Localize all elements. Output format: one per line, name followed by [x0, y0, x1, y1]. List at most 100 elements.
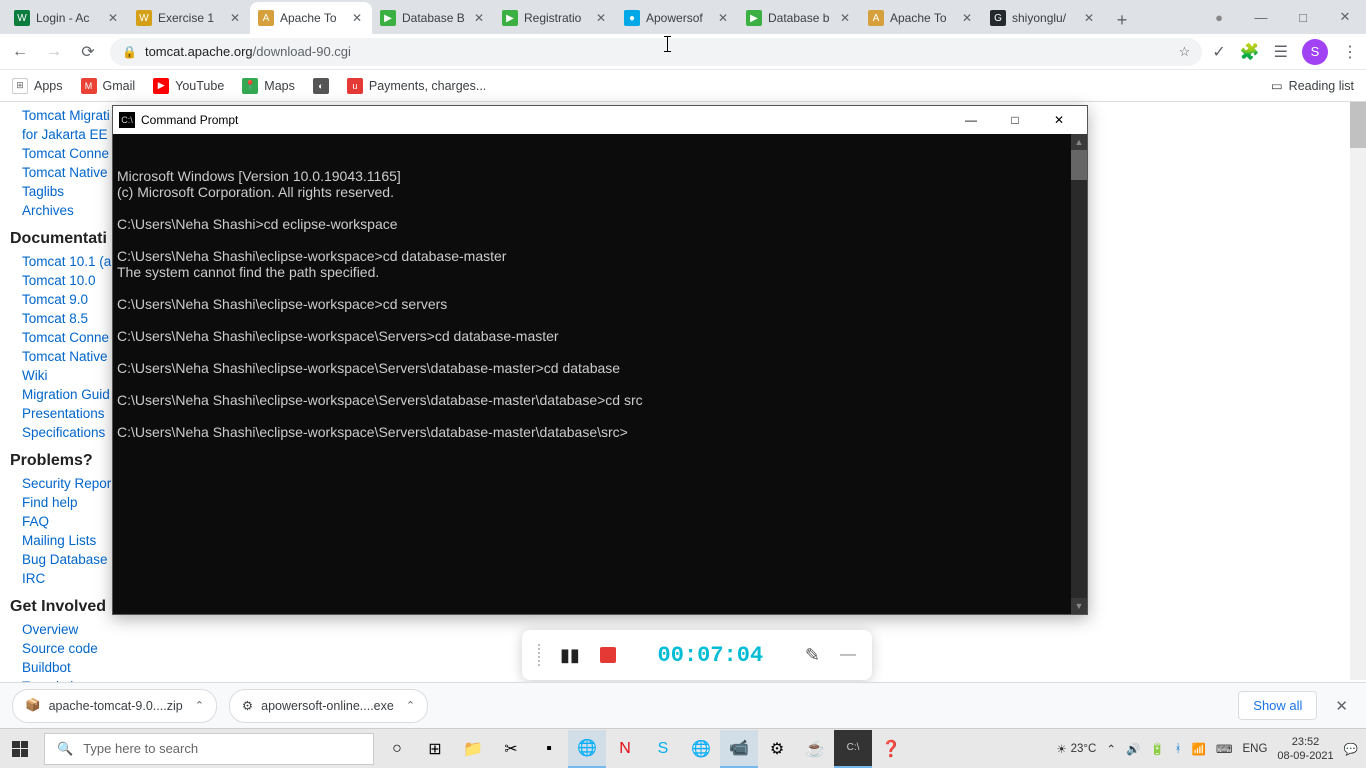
keyboard-icon[interactable]: ⌨ — [1216, 742, 1233, 756]
sidebar-link[interactable]: Buildbot — [10, 658, 180, 677]
bookmark-label: Payments, charges... — [369, 79, 486, 93]
sublime-icon[interactable]: ▪ — [530, 730, 568, 768]
command-prompt-titlebar[interactable]: C:\ Command Prompt — □ ✕ — [113, 106, 1087, 134]
exe-icon: ⚙ — [242, 698, 253, 713]
cmd-scroll-down[interactable]: ▼ — [1071, 598, 1087, 614]
show-all-downloads-button[interactable]: Show all — [1238, 691, 1317, 720]
java-icon[interactable]: ☕ — [796, 730, 834, 768]
chevron-up-icon[interactable]: ⌃ — [406, 699, 415, 712]
account-icon[interactable]: ● — [1198, 2, 1240, 32]
bookmark-item[interactable]: MGmail — [81, 78, 136, 94]
tray-chevron-icon[interactable]: ⌃ — [1106, 742, 1116, 756]
new-tab-button[interactable]: + — [1108, 6, 1136, 34]
browser-tab[interactable]: ▶Registratio✕ — [494, 2, 616, 34]
tab-close-icon[interactable]: ✕ — [228, 11, 242, 25]
extensions-icon[interactable]: 🧩 — [1240, 42, 1260, 62]
browser-tab[interactable]: AApache To✕ — [860, 2, 982, 34]
clock-date: 08-09-2021 — [1277, 749, 1333, 763]
chevron-up-icon[interactable]: ⌃ — [195, 699, 204, 712]
browser-tab[interactable]: ▶Database B✕ — [372, 2, 494, 34]
recorder-pause-button[interactable]: ▮▮ — [560, 645, 580, 666]
reload-button[interactable]: ⟳ — [76, 40, 100, 64]
cmd-taskbar-icon[interactable]: C:\ — [834, 730, 872, 768]
back-button[interactable]: ← — [8, 40, 32, 64]
volume-icon[interactable]: 🔊 — [1126, 742, 1140, 756]
tab-close-icon[interactable]: ✕ — [106, 11, 120, 25]
bookmark-item[interactable]: uPayments, charges... — [347, 78, 486, 94]
cmd-scrollbar[interactable]: ▲ ▼ — [1071, 134, 1087, 614]
address-bar[interactable]: 🔒 tomcat.apache.org/download-90.cgi ☆ — [110, 38, 1202, 66]
bookmark-item[interactable]: ▶YouTube — [153, 78, 224, 94]
reading-mode-icon[interactable]: ☰ — [1274, 42, 1288, 62]
browser-tab[interactable]: Gshiyonglu/✕ — [982, 2, 1104, 34]
menu-icon[interactable]: ⋮ — [1342, 42, 1358, 62]
browser-tab[interactable]: WLogin - Ac✕ — [6, 2, 128, 34]
tab-close-icon[interactable]: ✕ — [472, 11, 486, 25]
browser-tab[interactable]: ▶Database b✕ — [738, 2, 860, 34]
cmd-scroll-thumb[interactable] — [1071, 150, 1087, 180]
profile-avatar[interactable]: S — [1302, 39, 1328, 65]
start-button[interactable] — [0, 729, 40, 769]
reading-list-button[interactable]: ▭ Reading list — [1271, 78, 1354, 93]
chrome-icon[interactable]: 🌐 — [568, 730, 606, 768]
tab-close-icon[interactable]: ✕ — [716, 11, 730, 25]
recorder-minimize-button[interactable]: — — [840, 646, 856, 664]
page-scrollbar[interactable] — [1350, 102, 1366, 680]
url-text: tomcat.apache.org/download-90.cgi — [145, 44, 1171, 59]
recorder-stop-button[interactable] — [600, 647, 616, 663]
tab-title: Database b — [768, 11, 832, 25]
snip-icon[interactable]: ✂ — [492, 730, 530, 768]
taskbar-search[interactable]: 🔍 Type here to search — [44, 733, 374, 765]
chrome2-icon[interactable]: 🌐 — [682, 730, 720, 768]
download-item[interactable]: ⚙ apowersoft-online....exe ⌃ — [229, 689, 428, 723]
weather-widget[interactable]: ☀ 23°C — [1056, 742, 1096, 756]
star-icon[interactable]: ☆ — [1179, 44, 1191, 60]
tab-close-icon[interactable]: ✕ — [350, 11, 364, 25]
close-downloads-bar[interactable]: ✕ — [1329, 697, 1354, 715]
cmd-scroll-up[interactable]: ▲ — [1071, 134, 1087, 150]
tab-close-icon[interactable]: ✕ — [594, 11, 608, 25]
command-prompt-icon: C:\ — [119, 112, 135, 128]
apowersoft-icon[interactable]: 📹 — [720, 730, 758, 768]
cmd-maximize-button[interactable]: □ — [993, 106, 1037, 134]
taskbar-clock[interactable]: 23:52 08-09-2021 — [1277, 735, 1333, 763]
screen-recorder-widget[interactable]: ▮▮ 00:07:04 ✎ — — [522, 630, 872, 680]
forward-button[interactable]: → — [42, 40, 66, 64]
browser-tab[interactable]: WExercise 1✕ — [128, 2, 250, 34]
tab-close-icon[interactable]: ✕ — [1082, 11, 1096, 25]
apps-shortcut[interactable]: ⊞ Apps — [12, 78, 63, 94]
browser-tab[interactable]: ●Apowersof✕ — [616, 2, 738, 34]
maximize-button[interactable]: □ — [1282, 2, 1324, 32]
cmd-minimize-button[interactable]: — — [949, 106, 993, 134]
netflix-icon[interactable]: N — [606, 730, 644, 768]
command-prompt-body[interactable]: Microsoft Windows [Version 10.0.19043.11… — [113, 134, 1087, 614]
notifications-icon[interactable]: 💬 — [1344, 742, 1358, 756]
bookmark-item[interactable]: 📍Maps — [242, 78, 295, 94]
skype-icon[interactable]: S — [644, 730, 682, 768]
bluetooth-icon[interactable]: ᚼ — [1175, 743, 1182, 755]
sidebar-link[interactable]: Source code — [10, 639, 180, 658]
tab-close-icon[interactable]: ✕ — [960, 11, 974, 25]
settings-icon[interactable]: ⚙ — [758, 730, 796, 768]
help-icon[interactable]: ❓ — [872, 730, 910, 768]
bookmark-item[interactable]: ◐ — [313, 78, 329, 94]
close-button[interactable]: ✕ — [1324, 2, 1366, 32]
minimize-button[interactable]: — — [1240, 2, 1282, 32]
explorer-icon[interactable]: 📁 — [454, 730, 492, 768]
cortana-icon[interactable]: ○ — [378, 730, 416, 768]
battery-icon[interactable]: 🔋 — [1150, 742, 1164, 756]
cmd-close-button[interactable]: ✕ — [1037, 106, 1081, 134]
sidebar-link[interactable]: Overview — [10, 620, 180, 639]
recorder-annotate-button[interactable]: ✎ — [805, 645, 820, 666]
language-indicator[interactable]: ENG — [1242, 743, 1267, 755]
wifi-icon[interactable]: 📶 — [1192, 742, 1206, 756]
scrollbar-thumb[interactable] — [1350, 102, 1366, 148]
check-icon[interactable]: ✓ — [1212, 42, 1225, 62]
download-item[interactable]: 📦 apache-tomcat-9.0....zip ⌃ — [12, 689, 217, 723]
apps-label: Apps — [34, 79, 63, 93]
tab-close-icon[interactable]: ✕ — [838, 11, 852, 25]
recorder-drag-handle[interactable] — [538, 644, 540, 666]
browser-tab[interactable]: AApache To✕ — [250, 2, 372, 34]
clock-time: 23:52 — [1277, 735, 1333, 749]
taskview-icon[interactable]: ⊞ — [416, 730, 454, 768]
